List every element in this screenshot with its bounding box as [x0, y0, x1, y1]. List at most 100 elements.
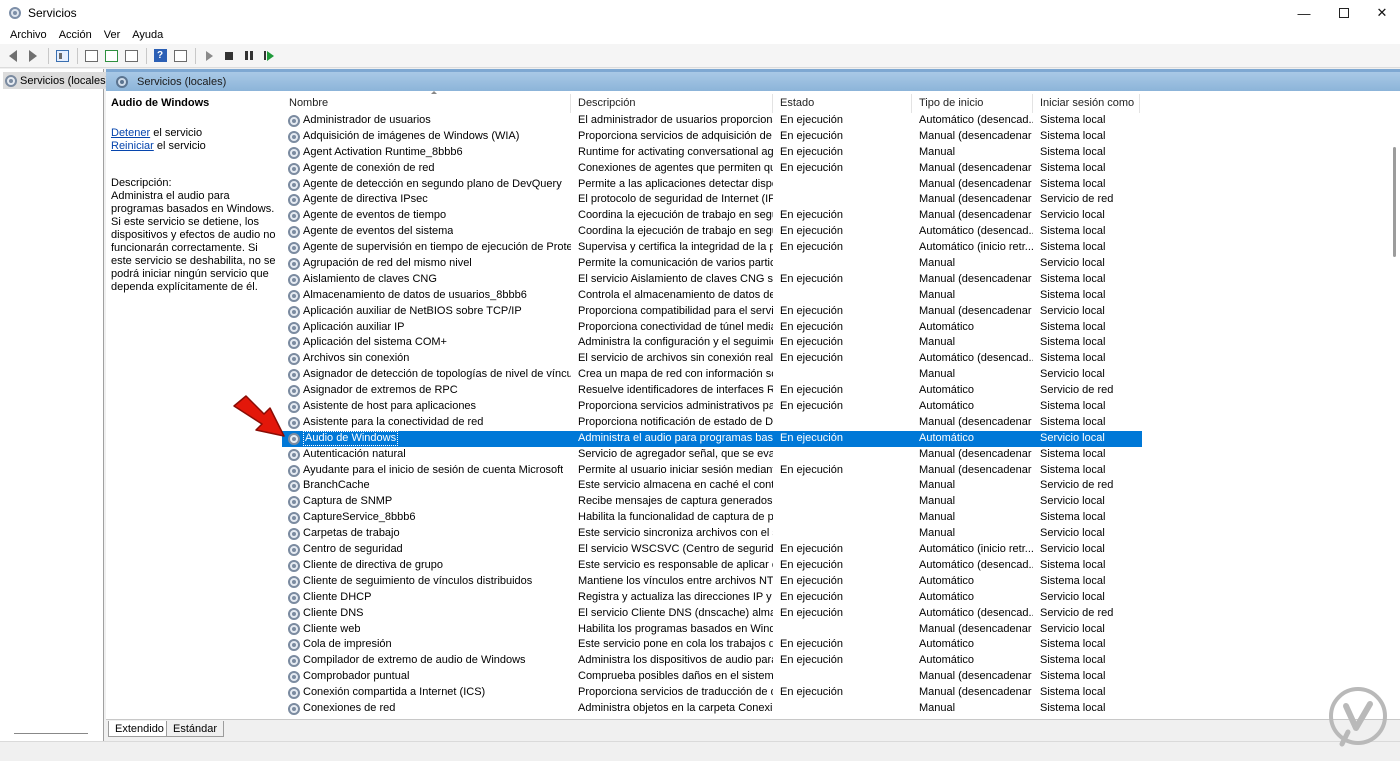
service-status-cell: [773, 288, 912, 304]
stop-service-link[interactable]: Detener: [111, 127, 150, 139]
service-name-cell: Cola de impresión: [282, 637, 571, 653]
help-button[interactable]: ?: [151, 47, 169, 65]
table-row[interactable]: Archivos sin conexión El servicio de arch…: [282, 351, 1142, 367]
table-row[interactable]: Cliente DNS El servicio Cliente DNS (dnsc…: [282, 606, 1142, 622]
table-row[interactable]: Conexión compartida a Internet (ICS) Prop…: [282, 685, 1142, 701]
tab-extendido[interactable]: Extendido: [108, 721, 171, 737]
table-row[interactable]: Cliente de directiva de grupo Este servic…: [282, 558, 1142, 574]
table-row[interactable]: Ayudante para el inicio de sesión de cue…: [282, 463, 1142, 479]
table-row[interactable]: Agente de eventos del sistema Coordina la…: [282, 224, 1142, 240]
service-name-cell: Comprobador puntual: [282, 669, 571, 685]
service-log-on-as-cell: Servicio local: [1040, 495, 1105, 508]
column-header-startup-type[interactable]: Tipo de inicio: [912, 94, 1033, 113]
export-list-button[interactable]: [122, 47, 140, 65]
service-description-cell: Registra y actualiza las direcciones IP …: [578, 590, 773, 603]
restart-service-button[interactable]: [260, 47, 278, 65]
service-name-cell: Cliente web: [282, 622, 571, 638]
back-button[interactable]: [4, 47, 22, 65]
service-name-cell: Asistente de host para aplicaciones: [282, 399, 571, 415]
properties-button[interactable]: [82, 47, 100, 65]
vertical-scrollbar[interactable]: [1388, 91, 1400, 719]
toolbar-separator: [146, 47, 147, 64]
service-log-on-as-cell: Servicio de red: [1040, 193, 1114, 206]
table-row[interactable]: Agente de eventos de tiempo Coordina la e…: [282, 208, 1142, 224]
table-row[interactable]: Aplicación auxiliar IP Proporciona conect…: [282, 320, 1142, 336]
table-row[interactable]: Cliente DHCP Registra y actualiza las dir…: [282, 590, 1142, 606]
service-log-on-as-cell: Sistema local: [1040, 320, 1106, 333]
minimize-button[interactable]: —: [1282, 0, 1326, 26]
table-row[interactable]: Agente de directiva IPsec El protocolo de…: [282, 192, 1142, 208]
table-row[interactable]: Almacenamiento de datos de usuarios_8bbb…: [282, 288, 1142, 304]
service-status-cell: [773, 192, 912, 208]
restart-service-link[interactable]: Reiniciar: [111, 140, 154, 152]
pause-service-button[interactable]: [240, 47, 258, 65]
menu-archivo[interactable]: Archivo: [4, 26, 53, 44]
table-row[interactable]: CaptureService_8bbb6 Habilita la funciona…: [282, 510, 1142, 526]
service-name: Cliente de directiva de grupo: [303, 558, 444, 571]
table-row[interactable]: Carpetas de trabajo Este servicio sincron…: [282, 526, 1142, 542]
table-row[interactable]: Agente de detección en segundo plano de …: [282, 177, 1142, 193]
service-name-cell: Agent Activation Runtime_8bbb6: [282, 145, 571, 161]
list-header: Nombre Descripción Estado Tipo de inicio…: [282, 94, 1140, 113]
service-startup-type-cell: Manual: [919, 257, 956, 270]
service-name-cell: Adquisición de imágenes de Windows (WIA): [282, 129, 571, 145]
forward-button[interactable]: [24, 47, 42, 65]
show-tree-button[interactable]: [53, 47, 71, 65]
table-row[interactable]: BranchCache Este servicio almacena en cac…: [282, 478, 1142, 494]
start-service-button[interactable]: [200, 47, 218, 65]
stop-service-button[interactable]: [220, 47, 238, 65]
table-row[interactable]: Cliente de seguimiento de vínculos distr…: [282, 574, 1142, 590]
menu-accion[interactable]: Acción: [53, 26, 98, 44]
table-row[interactable]: Compilador de extremo de audio de Window…: [282, 653, 1142, 669]
table-row[interactable]: Agente de conexión de red Conexiones de a…: [282, 161, 1142, 177]
service-startup-type-cell: Manual (desencadenar ...: [919, 193, 1033, 206]
gear-icon: [288, 369, 300, 382]
scrollbar-thumb[interactable]: [1393, 147, 1396, 257]
table-row[interactable]: Aplicación del sistema COM+ Administra la…: [282, 335, 1142, 351]
table-row[interactable]: Comprobador puntual Comprueba posibles da…: [282, 669, 1142, 685]
show-action-pane-button[interactable]: [171, 47, 189, 65]
table-row[interactable]: Cliente web Habilita los programas basado…: [282, 622, 1142, 638]
close-button[interactable]: ✕: [1360, 0, 1400, 26]
service-name-cell: Autenticación natural: [282, 447, 571, 463]
table-row[interactable]: Captura de SNMP Recibe mensajes de captur…: [282, 494, 1142, 510]
table-row[interactable]: Centro de seguridad El servicio WSCSVC (C…: [282, 542, 1142, 558]
table-row[interactable]: Asignador de extremos de RPC Resuelve ide…: [282, 383, 1142, 399]
gear-icon: [5, 74, 17, 87]
table-row[interactable]: Cola de impresión Este servicio pone en c…: [282, 637, 1142, 653]
table-row[interactable]: Agrupación de red del mismo nivel Permite…: [282, 256, 1142, 272]
gear-icon: [288, 528, 300, 541]
table-row[interactable]: Adquisición de imágenes de Windows (WIA)…: [282, 129, 1142, 145]
table-row[interactable]: Agent Activation Runtime_8bbb6 Runtime fo…: [282, 145, 1142, 161]
table-row[interactable]: Asistente para la conectividad de red Pro…: [282, 415, 1142, 431]
table-row[interactable]: Asignador de detección de topologías de …: [282, 367, 1142, 383]
service-log-on-as-cell: Servicio de red: [1040, 384, 1114, 397]
service-name: CaptureService_8bbb6: [303, 511, 416, 524]
service-name: Carpetas de trabajo: [303, 527, 400, 540]
menu-ver[interactable]: Ver: [98, 26, 127, 44]
table-row[interactable]: Agente de supervisión en tiempo de ejecu…: [282, 240, 1142, 256]
menu-ayuda[interactable]: Ayuda: [126, 26, 169, 44]
table-row[interactable]: Conexiones de red Administra objetos en l…: [282, 701, 1142, 717]
column-header-description[interactable]: Descripción: [571, 94, 773, 113]
table-row[interactable]: Administrador de usuarios El administrado…: [282, 113, 1142, 129]
service-name-cell: Archivos sin conexión: [282, 351, 571, 367]
service-startup-type-cell: Manual: [919, 701, 956, 714]
table-row[interactable]: Aplicación auxiliar de NetBIOS sobre TCP…: [282, 304, 1142, 320]
table-row[interactable]: Asistente de host para aplicaciones Propo…: [282, 399, 1142, 415]
column-header-name[interactable]: Nombre: [282, 94, 571, 113]
column-header-log-on-as[interactable]: Iniciar sesión como: [1033, 94, 1140, 113]
service-status-cell: En ejecución: [780, 543, 843, 556]
service-status-cell: En ejecución: [780, 686, 843, 699]
properties-icon: [84, 49, 98, 62]
toolbar-separator: [48, 47, 49, 64]
tree-scrollbar[interactable]: [14, 733, 88, 734]
tab-estandar[interactable]: Estándar: [166, 721, 225, 737]
service-description-cell: Conexiones de agentes que permiten que..…: [578, 161, 773, 174]
column-header-status[interactable]: Estado: [773, 94, 912, 113]
table-row[interactable]: Aislamiento de claves CNG El servicio Ais…: [282, 272, 1142, 288]
table-row[interactable]: Autenticación natural Servicio de agregad…: [282, 447, 1142, 463]
refresh-button[interactable]: [102, 47, 120, 65]
table-row-selected[interactable]: Audio de Windows Administra el audio para…: [282, 430, 1142, 447]
tree-item-services-local[interactable]: Servicios (locales): [3, 72, 114, 89]
